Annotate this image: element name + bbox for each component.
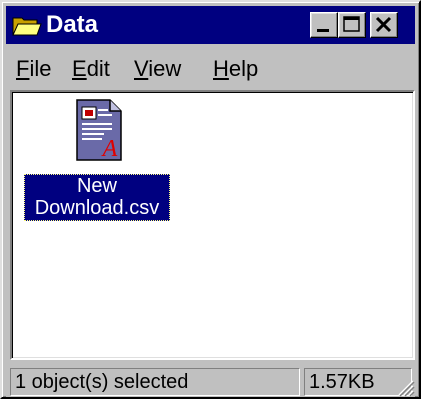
menu-edit[interactable]: Edit	[72, 56, 110, 82]
menu-file[interactable]: File	[16, 56, 51, 82]
menu-help-label: Help	[213, 56, 259, 81]
title-bar[interactable]: Data	[6, 6, 415, 44]
csv-document-icon: A	[76, 99, 122, 162]
menu-bar: File Edit View Help	[6, 46, 415, 88]
minimize-icon	[317, 29, 329, 32]
menu-view-label: View	[134, 56, 182, 81]
file-name-label[interactable]: New Download.csv	[24, 174, 170, 221]
window-title: Data	[46, 11, 99, 38]
status-bar: 1 object(s) selected 1.57KB	[6, 362, 415, 397]
file-item[interactable]: A New Download.csv	[20, 96, 172, 226]
resize-grip-icon[interactable]	[393, 375, 415, 397]
explorer-window: Data File Edit View Help A New Download.…	[0, 0, 421, 399]
menu-file-label: File	[16, 56, 52, 81]
minimize-button[interactable]	[310, 12, 338, 38]
file-name-line-2: Download.csv	[34, 197, 160, 219]
maximize-icon	[343, 16, 360, 32]
close-icon	[375, 16, 392, 33]
file-name-line-1: New	[76, 175, 117, 197]
folder-content-area[interactable]: A New Download.csv	[10, 90, 415, 360]
folder-open-icon	[12, 17, 42, 36]
menu-view[interactable]: View	[134, 56, 181, 82]
status-message: 1 object(s) selected	[10, 368, 300, 396]
svg-text:A: A	[101, 136, 118, 162]
menu-edit-label: Edit	[72, 56, 110, 81]
close-button[interactable]	[370, 12, 398, 38]
maximize-button[interactable]	[338, 12, 366, 38]
menu-help[interactable]: Help	[213, 56, 258, 82]
